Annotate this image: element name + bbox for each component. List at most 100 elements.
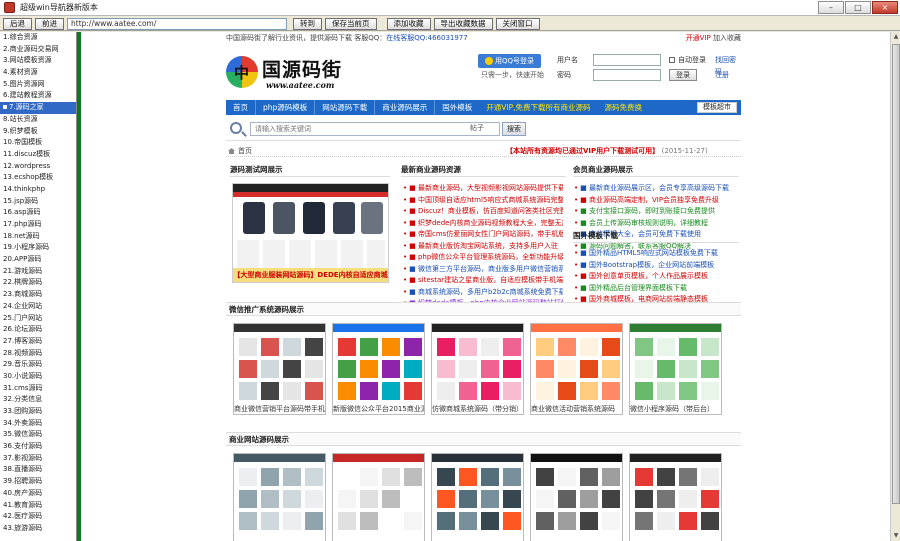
template-thumbnail[interactable]: 微信小程序源码（带后台） [629,323,722,415]
news-item[interactable]: ■ 商城系统源码，多用户b2b2c商城系统免费下载 [403,287,563,299]
export-favorites-button[interactable]: 导出收藏数据 [433,17,493,30]
site-list-item[interactable]: 30.小说源码 [0,371,76,383]
site-list-item[interactable]: 31.cms源码 [0,383,76,395]
url-field[interactable]: http://www.aatee.com/ [67,17,287,30]
site-list-item[interactable]: 21.游戏源码 [0,266,76,278]
site-list-item[interactable]: 20.APP源码 [0,254,76,266]
site-list-item[interactable]: 13.ecshop模板 [0,172,76,184]
find-password-link[interactable]: 找回密码 [715,54,742,76]
register-link[interactable]: 注册 [715,69,729,81]
auto-login-checkbox[interactable] [669,57,675,63]
site-list-item[interactable]: 5.图片资源网 [0,79,76,91]
news-item[interactable]: ■ 国外精品后台管理界面模板下载 [574,283,738,295]
site-list-item[interactable]: 32.分类信息 [0,394,76,406]
thumbnail-caption[interactable]: 微信小程序源码（带后台） [630,404,721,414]
site-list-item[interactable]: 11.discuz模板 [0,149,76,161]
template-thumbnail[interactable] [332,453,425,541]
site-list-item[interactable]: 19.小程序源码 [0,242,76,254]
news-item[interactable]: ■ sitestar建站之星商业版，自适应模板带手机端 [403,275,563,287]
template-thumbnail[interactable]: 新版微信公众平台2015商业源码 [332,323,425,415]
site-list-item[interactable]: 7.源码之家 [0,102,76,114]
thumbnail-caption[interactable]: 商业微信活动营销系统源码 [531,404,622,414]
site-list-item[interactable]: 3.网站模板资源 [0,55,76,67]
template-market-button[interactable]: 模板超市 [697,102,737,113]
site-list-item[interactable]: 4.素材资源 [0,67,76,79]
site-list-item[interactable]: 33.团购源码 [0,406,76,418]
site-list-item[interactable]: 38.直播源码 [0,464,76,476]
site-list-item[interactable]: 1.综合资源 [0,32,76,44]
news-item[interactable]: ■ 帝国cms仿爱丽网女性门户网站源码，带手机版 [403,229,563,241]
login-button[interactable]: 登录 [669,69,697,81]
template-thumbnail[interactable] [629,453,722,541]
site-list-item[interactable]: 9.织梦模板 [0,126,76,138]
nav-vip[interactable]: 开通VIP,免费下载所有商业源码 [479,100,597,115]
vip-link[interactable]: 开通VIP [686,34,711,42]
search-type-select[interactable]: 帖子 [470,123,484,133]
news-item[interactable]: ■ 国外精品HTML5响应式网站模板免费下载 [574,248,738,260]
notice-text[interactable]: 【本站所有资源均已通过VIP用户下载测试可用】 (2015-11-27) [506,145,708,157]
news-item[interactable]: ■ 商业源码高端定制，VIP会员独享免费升级 [574,195,738,207]
news-item[interactable]: ■ 中国顶级自适应html5响应式商城系统源码完整版 [403,195,563,207]
site-list-item[interactable]: 23.商城源码 [0,289,76,301]
site-list-item[interactable]: 34.外卖源码 [0,418,76,430]
vertical-scrollbar[interactable]: ▲ ▼ [890,32,900,541]
news-item[interactable]: ■ 国外创意单页模板，个人作品展示模板 [574,271,738,283]
site-list-item[interactable]: 26.论坛源码 [0,324,76,336]
news-item[interactable]: ■ 国外Bootstrap模板，企业网站前端模板 [574,260,738,272]
site-list-item[interactable]: 24.企业网站 [0,301,76,313]
site-list-item[interactable]: 10.帝国模板 [0,137,76,149]
scroll-up-icon[interactable]: ▲ [891,32,900,42]
site-logo[interactable]: 国源码街 www.aatee.com [226,54,366,92]
qq-login-button[interactable]: 用QQ号登录 [478,54,541,68]
site-list-item[interactable]: 28.视频源码 [0,348,76,360]
nav-home[interactable]: 首页 [226,100,255,115]
template-thumbnail[interactable]: 仿微商城系统源码（带分销） [431,323,524,415]
news-item[interactable]: ■ php微信公众平台管理系统源码，全新功能升级 [403,252,563,264]
save-page-button[interactable]: 保存当前页 [325,17,377,30]
search-input[interactable]: 请输入搜索关键词 [250,122,500,136]
news-item[interactable]: ■ 织梦dede内核商业源码视频教程大全，完整无加密 [403,218,563,230]
scroll-down-icon[interactable]: ▼ [891,531,900,541]
news-item[interactable]: ■ 最新商业源码，大型视频影视网站源码提供下载 [403,183,563,195]
site-list-item[interactable]: 25.门户网站 [0,313,76,325]
template-thumbnail[interactable] [233,453,326,541]
template-thumbnail[interactable]: 商业微信营销平台源码带手机版 [233,323,326,415]
maximize-button[interactable]: □ [845,1,871,14]
thumbnail-caption[interactable]: 仿微商城系统源码（带分销） [432,404,523,414]
back-button[interactable]: 后退 [3,17,32,30]
site-list-item[interactable]: 40.房产源码 [0,488,76,500]
scroll-thumb[interactable] [892,44,900,504]
nav-php[interactable]: php源码模板 [255,100,314,115]
nav-exchange[interactable]: 源码免费换 [598,100,650,115]
password-input[interactable] [593,69,661,81]
site-list-item[interactable]: 39.招聘源码 [0,476,76,488]
site-list-item[interactable]: 12.wordpress [0,161,76,173]
news-item[interactable]: ■ 会员上传源码审核规则说明，详细教程 [574,218,738,230]
site-list-item[interactable]: 35.微信源码 [0,429,76,441]
thumbnail-caption[interactable]: 新版微信公众平台2015商业源码 [333,404,424,414]
thumbnail-caption[interactable]: 商业微信营销平台源码带手机版 [234,404,325,414]
template-thumbnail[interactable] [431,453,524,541]
breadcrumb-home[interactable]: 首页 [238,147,252,155]
search-button[interactable]: 搜索 [502,122,526,136]
site-list-item[interactable]: 17.php源码 [0,219,76,231]
site-list-item[interactable]: 41.教育源码 [0,500,76,512]
news-item[interactable]: ■ 支付宝接口源码，即时到账接口免费提供 [574,206,738,218]
news-item[interactable]: ■ 最新商业版仿淘宝网站系统，支持多用户入驻 [403,241,563,253]
go-button[interactable]: 转到 [293,17,322,30]
qq-service-link[interactable]: 在线客服QQ:466031977 [386,32,467,44]
site-list-item[interactable]: 29.音乐源码 [0,359,76,371]
add-favorite-button[interactable]: 添加收藏 [386,17,431,30]
news-item[interactable]: ■ 最新商业源码展示区，会员专享高级源码下载 [574,183,738,195]
site-list-item[interactable]: 43.旅游源码 [0,523,76,535]
template-thumbnail[interactable]: 商业微信活动营销系统源码 [530,323,623,415]
close-window-button[interactable]: 关闭窗口 [495,17,540,30]
forward-button[interactable]: 前进 [35,17,64,30]
site-list-item[interactable]: 27.博客源码 [0,336,76,348]
nav-commercial[interactable]: 商业源码展示 [374,100,434,115]
template-thumbnail[interactable] [530,453,623,541]
site-list-item[interactable]: 36.支付源码 [0,441,76,453]
site-list-item[interactable]: 22.棋牌源码 [0,277,76,289]
site-list-item[interactable]: 15.jsp源码 [0,196,76,208]
featured-image[interactable]: 【大型商业服装网站源码】DEDE内核自适应商城 [232,183,389,283]
